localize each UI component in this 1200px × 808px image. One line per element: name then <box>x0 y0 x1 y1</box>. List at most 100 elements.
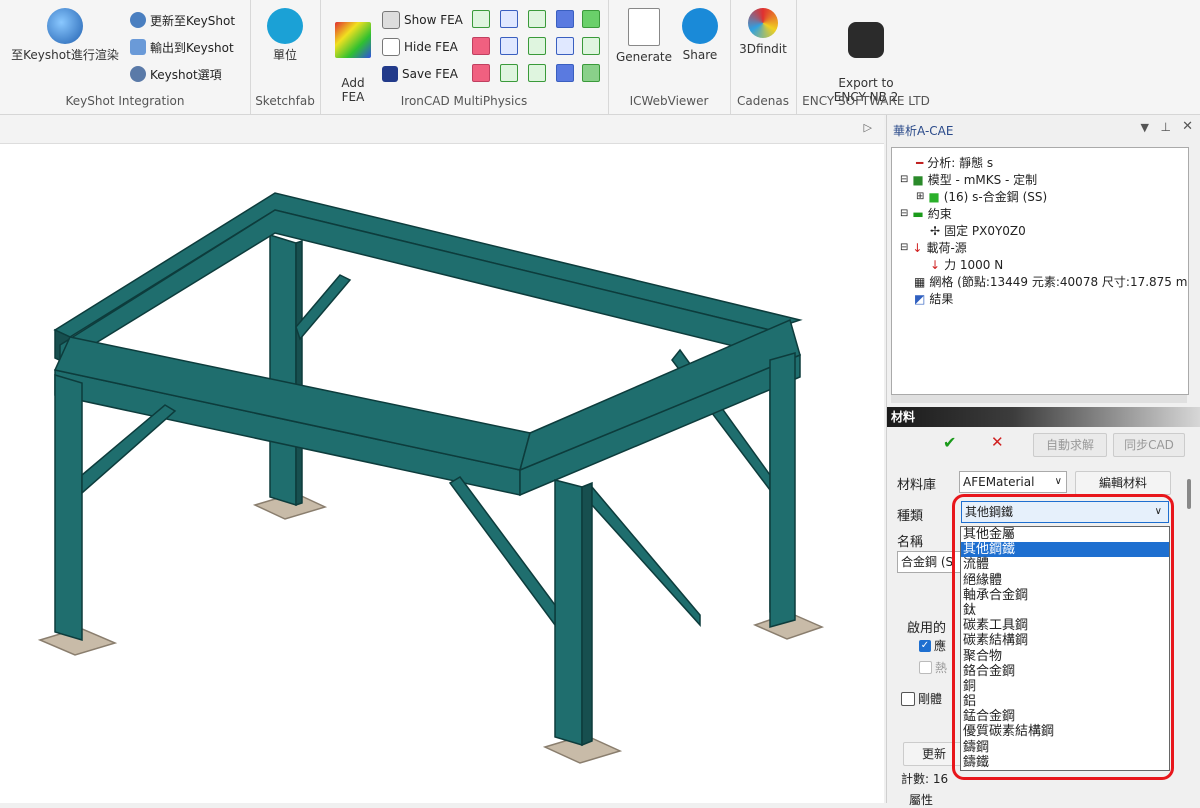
ency-logo-icon <box>848 22 884 58</box>
close-icon[interactable]: ✕ <box>1182 119 1193 134</box>
category-option[interactable]: 鉻合金鋼 <box>961 664 1169 679</box>
update-button[interactable]: 更新 <box>903 742 965 766</box>
category-option[interactable]: 鈦 <box>961 603 1169 618</box>
edit-material-button[interactable]: 編輯材料 <box>1075 471 1171 495</box>
category-option[interactable]: 其他金屬 <box>961 527 1169 542</box>
update-keyshot-button[interactable]: 更新至KeyShot <box>130 10 235 30</box>
collapse-icon[interactable]: ⊟ <box>900 174 908 185</box>
tree-item-constraints[interactable]: ⊟ ▬ 約束 <box>900 205 952 222</box>
save-fea-button[interactable]: Save FEA <box>382 64 458 84</box>
thermal-label: 熱 <box>935 661 948 675</box>
view-cube-icon[interactable] <box>500 37 518 55</box>
analysis-tree[interactable]: ━ 分析: 靜態 s ⊟ ■ 模型 - mMKS - 定制 ⊞ ■ (16) s… <box>891 147 1189 395</box>
collapse-icon[interactable]: ⊟ <box>900 208 908 219</box>
category-option[interactable]: 碳素結構鋼 <box>961 633 1169 648</box>
3dfindit-button[interactable]: 3Dfindit <box>734 8 792 56</box>
share-button[interactable]: Share <box>676 8 724 62</box>
category-option[interactable]: 鑄鋼 <box>961 740 1169 755</box>
view-cube-icon[interactable] <box>500 64 518 82</box>
tree-item-loads[interactable]: ⊟ ↓ 載荷-源 <box>900 239 967 256</box>
thermal-checkbox[interactable]: 熱 <box>919 659 947 676</box>
ency-group: Export to ENCY NB 2 ENCY SOFTWARE LTD <box>796 0 936 114</box>
category-option[interactable]: 鋁 <box>961 694 1169 709</box>
tree-label: 模型 - mMKS - 定制 <box>927 173 1038 187</box>
view-cube-icon[interactable] <box>528 64 546 82</box>
render-keyshot-label: 至Keyshot進行渲染 <box>11 48 119 62</box>
pin-icon[interactable]: ⊥ <box>1161 120 1171 134</box>
view-cube-icon[interactable] <box>582 64 600 82</box>
fea-plot-icon <box>335 22 371 58</box>
category-option[interactable]: 絕緣體 <box>961 573 1169 588</box>
category-option[interactable]: 鑄鐵 <box>961 755 1169 770</box>
view-cube-icon[interactable] <box>472 37 490 55</box>
category-option[interactable]: 銅 <box>961 679 1169 694</box>
keyshot-group: 至Keyshot進行渲染 更新至KeyShot 輸出到Keyshot Keysh… <box>0 0 251 114</box>
add-fea-button[interactable]: Add FEA <box>330 8 376 104</box>
category-option[interactable]: 聚合物 <box>961 649 1169 664</box>
dropdown-arrow-icon[interactable]: ▼ <box>1141 121 1149 134</box>
view-cube-icon[interactable] <box>472 64 490 82</box>
stress-checkbox[interactable]: ✓ 應 <box>919 637 946 654</box>
ribbon-toolbar: 至Keyshot進行渲染 更新至KeyShot 輸出到Keyshot Keysh… <box>0 0 1200 115</box>
category-option[interactable]: 軸承合金鋼 <box>961 588 1169 603</box>
steel-frame-model[interactable] <box>0 115 884 803</box>
library-select[interactable]: AFEMaterial ∨ <box>959 471 1067 493</box>
rigid-checkbox[interactable]: 剛體 <box>901 690 942 707</box>
view-cube-icon[interactable] <box>528 37 546 55</box>
category-option[interactable]: 錳合金鋼 <box>961 709 1169 724</box>
name-value: 合金鋼 (S <box>901 555 954 569</box>
show-fea-button[interactable]: Show FEA <box>382 10 463 30</box>
tree-item-model[interactable]: ⊟ ■ 模型 - mMKS - 定制 <box>900 171 1037 188</box>
sketchfab-group: 單位 Sketchfab <box>250 0 321 114</box>
force-arrow-icon: ↓ <box>930 257 941 272</box>
hide-fea-button[interactable]: Hide FEA <box>382 37 458 57</box>
name-field[interactable]: 合金鋼 (S <box>897 551 967 573</box>
tree-item-results[interactable]: ◩ 結果 <box>914 290 953 307</box>
generate-button[interactable]: Generate <box>614 8 674 64</box>
unchecked-icon <box>901 691 915 706</box>
library-value: AFEMaterial <box>963 475 1035 489</box>
category-option[interactable]: 碳素工具鋼 <box>961 618 1169 633</box>
panel-scrollbar-thumb[interactable] <box>1187 479 1191 509</box>
view-cube-icon[interactable] <box>556 37 574 55</box>
unit-label: 單位 <box>272 48 297 62</box>
3d-viewport[interactable]: ▷ <box>0 115 884 803</box>
category-select[interactable]: 其他鋼鐵 ∨ <box>961 501 1169 523</box>
constraint-icon: ▬ <box>912 206 924 221</box>
tree-label: 網格 (節點:13449 元素:40078 尺寸:17.875 mm <box>929 275 1189 289</box>
render-keyshot-button[interactable]: 至Keyshot進行渲染 <box>6 8 124 62</box>
panel-title-bar: 華析A-CAE ▼ ⊥ ✕ <box>887 115 1200 143</box>
auto-solve-button[interactable]: 自動求解 <box>1033 433 1107 457</box>
icwebviewer-group: Generate Share ICWebViewer <box>608 0 731 114</box>
category-dropdown-list[interactable]: 其他金屬 其他鋼鐵 流體 絕緣體 軸承合金鋼鈦碳素工具鋼 碳素結構鋼 聚合物 鉻合金鋼銅鋁錳合… <box>960 526 1170 771</box>
view-cube-icon[interactable] <box>556 10 574 28</box>
fixed-support-icon: ✢ <box>930 223 941 238</box>
view-cube-icon[interactable] <box>582 10 600 28</box>
export-keyshot-label: 輸出到Keyshot <box>150 40 234 55</box>
keyshot-options-button[interactable]: Keyshot選項 <box>130 64 222 84</box>
view-cube-icon[interactable] <box>582 37 600 55</box>
category-option[interactable]: 流體 <box>961 557 1169 572</box>
export-ency-button[interactable]: Export to ENCY NB 2 <box>812 8 920 104</box>
tree-scrollbar[interactable] <box>891 395 1187 403</box>
view-cube-icon[interactable] <box>556 64 574 82</box>
sync-cad-button[interactable]: 同步CAD <box>1113 433 1185 457</box>
export-keyshot-button[interactable]: 輸出到Keyshot <box>130 37 234 57</box>
view-cube-icon[interactable] <box>500 10 518 28</box>
tree-item-force[interactable]: ↓ 力 1000 N <box>930 256 1003 273</box>
confirm-check-icon[interactable]: ✔ <box>943 433 956 452</box>
unit-button[interactable]: 單位 <box>258 8 312 62</box>
collapse-icon[interactable]: ⊟ <box>900 242 908 253</box>
tree-item-part[interactable]: ⊞ ■ (16) s-合金鋼 (SS) <box>916 188 1047 205</box>
category-option[interactable]: 優質碳素結構鋼 <box>961 724 1169 739</box>
view-cube-icon[interactable] <box>472 10 490 28</box>
tree-item-mesh[interactable]: ▦ 網格 (節點:13449 元素:40078 尺寸:17.875 mm <box>914 273 1189 290</box>
part-icon: ■ <box>928 189 940 204</box>
expand-icon[interactable]: ⊞ <box>916 191 924 202</box>
cancel-x-icon[interactable]: ✕ <box>991 433 1004 451</box>
tree-item-analysis[interactable]: ━ 分析: 靜態 s <box>916 154 993 171</box>
tree-item-fixed[interactable]: ✢ 固定 PX0Y0Z0 <box>930 222 1026 239</box>
view-cube-icon[interactable] <box>528 10 546 28</box>
chevron-down-icon: ∨ <box>1054 476 1062 487</box>
category-option[interactable]: 其他鋼鐵 <box>961 542 1169 558</box>
